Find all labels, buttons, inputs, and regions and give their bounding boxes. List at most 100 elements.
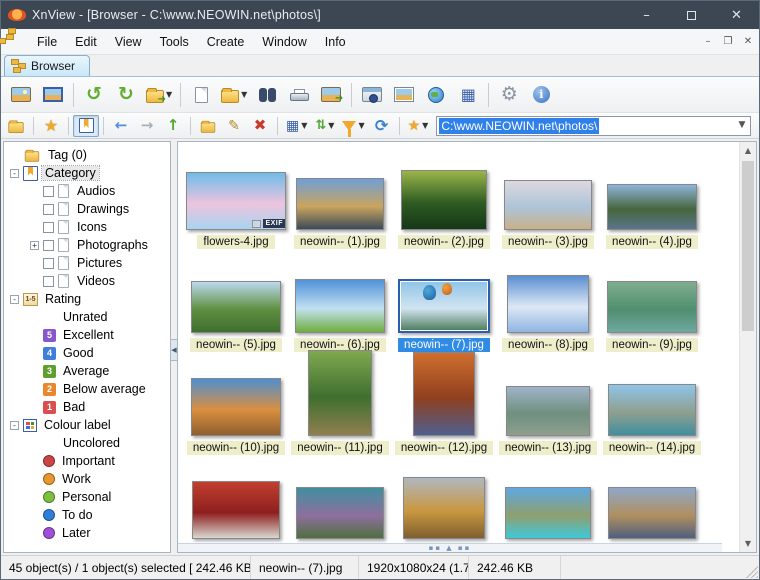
thumbnail[interactable] (192, 481, 280, 539)
thumbnail-filename[interactable]: neowin-- (7).jpg (398, 338, 490, 352)
tree-item-videos[interactable]: Videos (4, 272, 170, 290)
thumbnail-image[interactable] (296, 487, 384, 539)
sort-button[interactable]: ⇅▼ (311, 115, 338, 137)
up-button[interactable]: ↑ (160, 115, 186, 137)
search-button[interactable] (251, 80, 283, 110)
vertical-scrollbar[interactable]: ▲ ▼ (739, 142, 756, 552)
print-button[interactable] (283, 80, 315, 110)
close-button[interactable]: ✕ (714, 1, 759, 29)
refresh-button[interactable]: ⟳ (369, 115, 395, 137)
thumbnail-filename[interactable]: neowin-- (14).jpg (603, 441, 701, 455)
thumbnail-image[interactable] (191, 281, 281, 333)
new-folder-button[interactable] (195, 115, 221, 137)
thumbnail[interactable] (296, 487, 384, 539)
thumbnail-filename[interactable]: neowin-- (9).jpg (606, 338, 698, 352)
web-page-button[interactable] (420, 80, 452, 110)
contact-sheet-button[interactable]: ▦ (452, 80, 484, 110)
category-checkbox[interactable] (43, 186, 54, 197)
filter-button[interactable]: ▼ (338, 115, 368, 137)
tree-item-later[interactable]: Later (4, 524, 170, 542)
tree-item-rating[interactable]: -1-5Rating (4, 290, 170, 308)
mdi-close-button[interactable]: ✕ (739, 34, 757, 50)
view-mode-button[interactable]: ▦▼ (282, 115, 311, 137)
thumbnail-image[interactable] (295, 279, 385, 333)
tree-item-personal[interactable]: Personal (4, 488, 170, 506)
thumbnail[interactable] (308, 350, 372, 436)
tree-item-uncolored[interactable]: Uncolored (4, 434, 170, 452)
thumbnail-image[interactable] (398, 279, 490, 333)
menu-edit[interactable]: Edit (66, 31, 106, 53)
scroll-down-arrow[interactable]: ▼ (740, 535, 756, 552)
thumbnail-filename[interactable]: neowin-- (12).jpg (395, 441, 493, 455)
thumbnail-filename[interactable]: flowers-4.jpg (197, 235, 274, 249)
info-button[interactable]: i (525, 80, 557, 110)
tree-item-average[interactable]: 3Average (4, 362, 170, 380)
fullscreen-button[interactable] (37, 80, 69, 110)
collapse-icon[interactable]: - (10, 421, 19, 430)
menu-file[interactable]: File (28, 31, 66, 53)
tree-item-colour-label[interactable]: -Colour label (4, 416, 170, 434)
thumbnail-image[interactable] (507, 275, 589, 333)
thumbnail-filename[interactable]: neowin-- (5).jpg (190, 338, 282, 352)
forward-button[interactable]: → (134, 115, 160, 137)
menu-window[interactable]: Window (253, 31, 315, 53)
tree-item-tag-0[interactable]: Tag (0) (4, 146, 170, 164)
thumbnail[interactable] (295, 279, 385, 333)
thumbnail[interactable] (401, 170, 487, 230)
category-checkbox[interactable] (43, 258, 54, 269)
folder-tree-toggle[interactable] (3, 115, 29, 137)
capture-button[interactable] (356, 80, 388, 110)
thumbnail-image[interactable] (505, 487, 591, 539)
thumbnail[interactable] (505, 487, 591, 539)
thumbnail-filename[interactable]: neowin-- (11).jpg (291, 441, 388, 455)
thumbnail-image[interactable] (608, 384, 696, 436)
thumbnail[interactable] (608, 487, 696, 539)
rotate-ccw-button[interactable]: ↺ (78, 80, 110, 110)
thumbnail[interactable] (608, 384, 696, 436)
resize-grip[interactable] (746, 566, 758, 578)
minimize-button[interactable]: – (624, 1, 669, 29)
preview-splitter[interactable]: ▪▪ ▲ ▪▪ (178, 543, 722, 552)
tree-item-photographs[interactable]: +Photographs (4, 236, 170, 254)
slideshow-button[interactable] (388, 80, 420, 110)
tab-browser[interactable]: Browser (4, 55, 90, 76)
scroll-up-arrow[interactable]: ▲ (740, 142, 756, 159)
thumbnail-image[interactable] (607, 281, 697, 333)
category-toggle[interactable] (73, 115, 99, 137)
favorites-toggle[interactable]: ★ (38, 115, 64, 137)
tree-item-audios[interactable]: Audios (4, 182, 170, 200)
thumbnail-filename[interactable]: neowin-- (4).jpg (606, 235, 698, 249)
thumbnail-filename[interactable]: neowin-- (1).jpg (294, 235, 386, 249)
thumbnail[interactable] (296, 178, 384, 230)
thumbnail[interactable] (413, 352, 475, 436)
thumbnail-image[interactable] (191, 378, 281, 436)
address-bar[interactable]: C:\www.NEOWIN.net\photos\ ▼ (436, 116, 751, 136)
thumbnail-image[interactable] (607, 184, 697, 230)
move-copy-button[interactable]: ➜ (315, 80, 347, 110)
thumbnail[interactable] (607, 281, 697, 333)
category-checkbox[interactable] (43, 240, 54, 251)
tree-item-drawings[interactable]: Drawings (4, 200, 170, 218)
tree-item-below-average[interactable]: 2Below average (4, 380, 170, 398)
rating-button[interactable]: ★▼ (404, 115, 433, 137)
thumbnail[interactable]: EXIF (186, 172, 286, 230)
thumbnail-image[interactable] (308, 350, 372, 436)
maximize-button[interactable] (669, 1, 714, 29)
menu-info[interactable]: Info (316, 31, 355, 53)
thumbnail-image[interactable] (192, 481, 280, 539)
expand-icon[interactable]: + (30, 241, 39, 250)
view-image-button[interactable] (5, 80, 37, 110)
thumbnail-filename[interactable]: neowin-- (13).jpg (499, 441, 597, 455)
thumbnail[interactable] (504, 180, 592, 230)
scrollbar-track[interactable] (740, 159, 756, 535)
tree-item-important[interactable]: Important (4, 452, 170, 470)
thumbnail-image[interactable] (296, 178, 384, 230)
settings-button[interactable]: ⚙ (493, 80, 525, 110)
tree-item-excellent[interactable]: 5Excellent (4, 326, 170, 344)
thumbnail[interactable] (403, 477, 485, 539)
address-dropdown-caret[interactable]: ▼ (734, 121, 750, 130)
mdi-minimize-button[interactable]: – (699, 34, 717, 50)
properties-button[interactable] (185, 80, 217, 110)
thumbnail[interactable] (506, 386, 590, 436)
tree-item-category[interactable]: -Category (4, 164, 170, 182)
